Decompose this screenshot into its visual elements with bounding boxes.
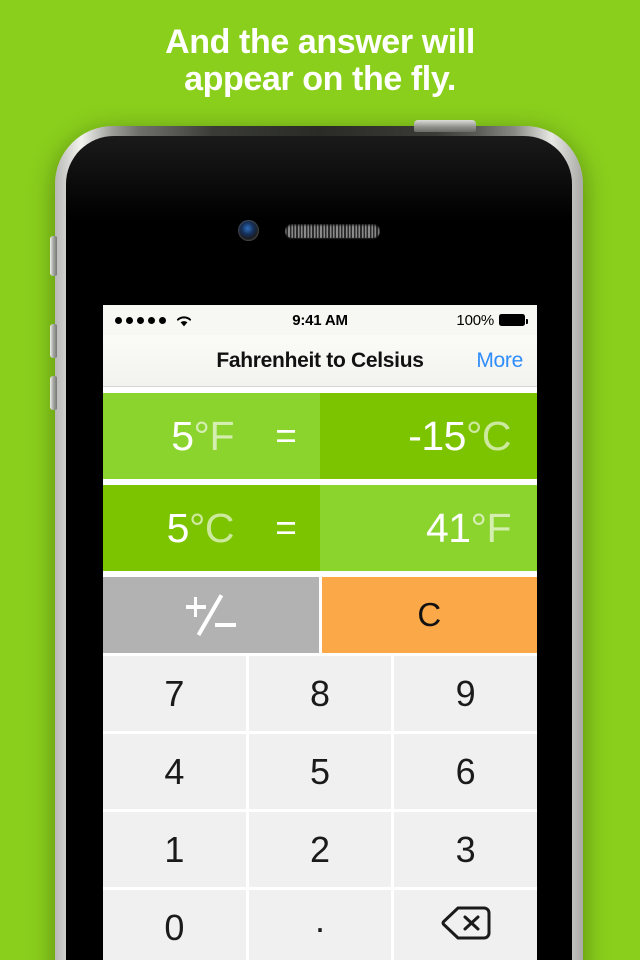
key-9[interactable]: 9 — [394, 656, 537, 731]
more-button[interactable]: More — [476, 349, 523, 373]
key-2[interactable]: 2 — [248, 812, 392, 887]
ring-silent-switch[interactable] — [50, 236, 57, 276]
conversion-output-unit: °C — [465, 412, 512, 459]
navigation-bar: Fahrenheit to Celsius More — [103, 335, 537, 387]
conversion-input-unit: °C — [188, 504, 235, 551]
page-title: Fahrenheit to Celsius — [216, 348, 424, 372]
keypad-row: 4 5 6 — [103, 734, 537, 809]
conversion-output-value: 41 — [425, 504, 471, 551]
headline-text: And the answer will appear on the fly. — [165, 23, 475, 98]
phone-screen: 9:41 AM 100% Fahrenheit to Celsius More … — [103, 305, 537, 960]
function-row: C — [103, 577, 537, 653]
backspace-button[interactable] — [394, 890, 537, 960]
key-7[interactable]: 7 — [103, 656, 246, 731]
keypad-row: 0 . — [103, 890, 537, 960]
key-4[interactable]: 4 — [103, 734, 246, 809]
backspace-icon — [440, 905, 492, 950]
key-3[interactable]: 3 — [394, 812, 537, 887]
conversion-input-value: 5 — [171, 412, 194, 459]
equals-sign: = — [275, 415, 297, 456]
conversion-row[interactable]: 5 °F -15 °C = — [103, 393, 537, 479]
key-0[interactable]: 0 — [103, 890, 246, 960]
keypad-row: 7 8 9 — [103, 656, 537, 731]
conversion-row[interactable]: 5 °C 41 °F = — [103, 485, 537, 571]
conversion-output-value: -15 — [408, 412, 466, 459]
conversion-output-unit: °F — [470, 504, 512, 551]
front-camera-icon — [238, 220, 259, 241]
earpiece-speaker-icon — [285, 224, 380, 238]
key-6[interactable]: 6 — [394, 734, 537, 809]
equals-sign: = — [275, 507, 297, 548]
conversion-input-unit: °F — [193, 412, 235, 459]
power-button[interactable] — [414, 120, 476, 132]
numeric-keypad: 7 8 9 4 5 6 1 2 3 0 . — [103, 656, 537, 960]
key-5[interactable]: 5 — [248, 734, 392, 809]
conversion-output-cell: -15 °C — [320, 393, 537, 479]
volume-up-button[interactable] — [50, 324, 57, 358]
battery-percent-label: 100% — [456, 311, 494, 329]
screenshot-root: And the answer will appear on the fly. 9… — [0, 0, 640, 960]
key-decimal-point[interactable]: . — [248, 890, 392, 960]
status-bar-right: 100% — [456, 311, 528, 329]
volume-down-button[interactable] — [50, 376, 57, 410]
conversion-output-cell: 41 °F — [320, 485, 537, 571]
clear-button[interactable]: C — [321, 577, 537, 653]
status-bar: 9:41 AM 100% — [103, 305, 537, 335]
keypad-row: 1 2 3 — [103, 812, 537, 887]
key-1[interactable]: 1 — [103, 812, 246, 887]
conversion-input-value: 5 — [166, 504, 190, 551]
conversion-list: 5 °F -15 °C = 5 °C 41 °F = — [103, 393, 537, 571]
battery-full-icon — [499, 314, 528, 326]
plus-minus-icon — [184, 593, 238, 637]
key-8[interactable]: 8 — [248, 656, 392, 731]
plus-minus-button[interactable] — [103, 577, 319, 653]
